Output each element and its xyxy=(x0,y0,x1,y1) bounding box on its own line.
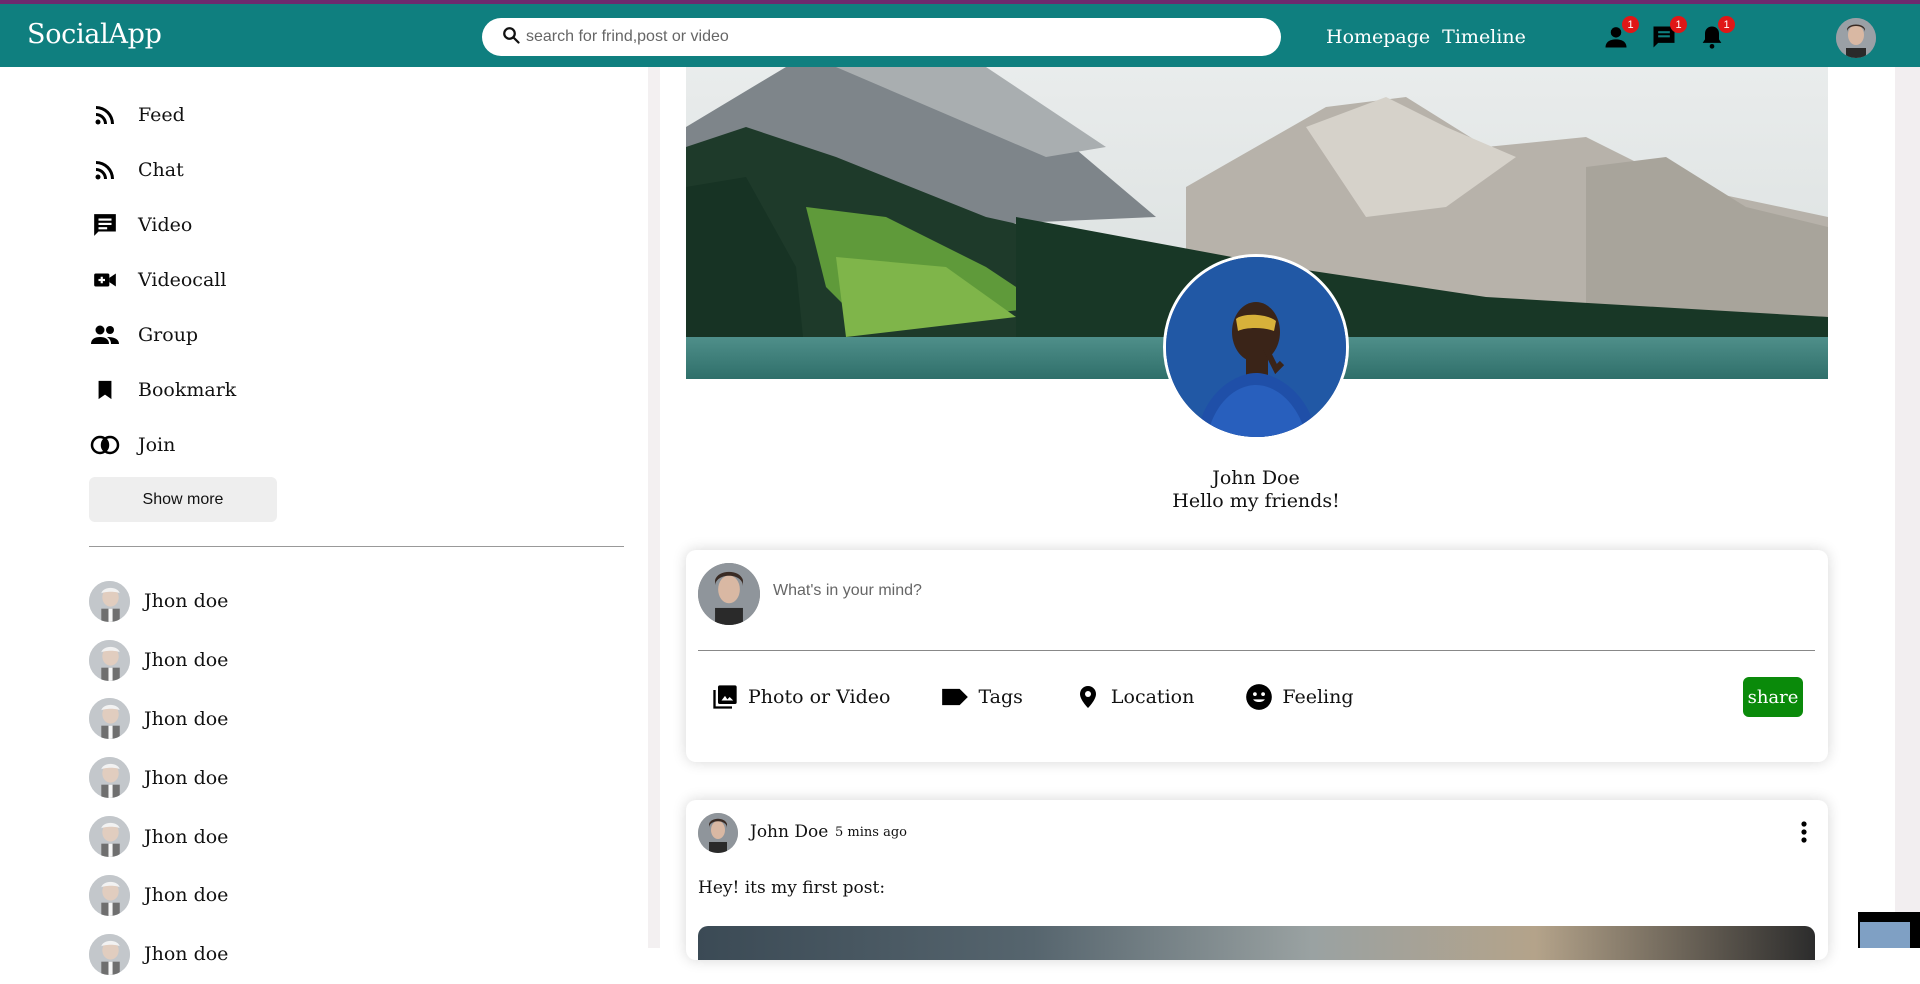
sidebar-item-chat[interactable]: Chat xyxy=(90,142,236,197)
main-scrollbar[interactable] xyxy=(1895,67,1920,948)
friend-item[interactable]: Jhon doe xyxy=(89,572,228,631)
tags-option[interactable]: Tags xyxy=(940,682,1023,712)
more-options-icon[interactable] xyxy=(1792,818,1816,846)
show-more-button[interactable]: Show more xyxy=(89,477,277,522)
friend-requests-icon[interactable]: 1 xyxy=(1602,16,1639,51)
notifications-icon[interactable]: 1 xyxy=(1698,16,1735,51)
video-call-icon xyxy=(90,265,120,295)
sidebar-item-feed[interactable]: Feed xyxy=(90,87,236,142)
sidebar-item-label: Videocall xyxy=(138,268,227,291)
photo-video-option[interactable]: Photo or Video xyxy=(710,682,890,712)
post-input[interactable] xyxy=(773,582,1573,600)
friend-name: Jhon doe xyxy=(144,649,229,672)
bookmark-icon xyxy=(90,375,120,405)
photo-library-icon xyxy=(710,682,740,712)
notifications-badge: 1 xyxy=(1718,16,1735,33)
location-option[interactable]: Location xyxy=(1073,682,1194,712)
search-bar[interactable] xyxy=(482,18,1281,56)
sidebar-item-group[interactable]: Group xyxy=(90,307,236,362)
location-pin-icon xyxy=(1073,682,1103,712)
sidebar-divider xyxy=(89,546,624,547)
friend-avatar xyxy=(89,698,130,740)
friend-avatar xyxy=(89,580,130,622)
friend-requests-badge: 1 xyxy=(1622,16,1639,33)
search-input[interactable] xyxy=(526,28,1226,46)
homepage-link[interactable]: Homepage xyxy=(1326,26,1430,48)
tag-icon xyxy=(940,682,970,712)
timeline-link[interactable]: Timeline xyxy=(1442,26,1526,48)
top-links: Homepage Timeline xyxy=(1326,26,1526,48)
sidebar-item-video[interactable]: Video xyxy=(90,197,236,252)
post-author-name[interactable]: John Doe xyxy=(750,822,828,842)
sidebar-item-label: Join xyxy=(138,433,176,456)
rss-icon xyxy=(90,155,120,185)
join-icon xyxy=(90,430,120,460)
sidebar-item-bookmark[interactable]: Bookmark xyxy=(90,362,236,417)
friend-avatar xyxy=(89,757,130,799)
friend-item[interactable]: Jhon doe xyxy=(89,807,228,866)
sidebar-menu: Feed Chat Video Videocall Group Bookmark… xyxy=(90,87,236,472)
top-navbar: SocialApp Homepage Timeline 1 1 1 xyxy=(0,0,1920,67)
emoji-icon xyxy=(1244,682,1274,712)
friend-item[interactable]: Jhon doe xyxy=(89,866,228,925)
sidebar-item-label: Chat xyxy=(138,158,184,181)
post-author-avatar[interactable] xyxy=(698,813,738,853)
post-card: John Doe 5 mins ago Hey! its my first po… xyxy=(686,800,1828,960)
sidebar-item-label: Group xyxy=(138,323,199,346)
messages-icon[interactable]: 1 xyxy=(1650,16,1687,51)
friend-item[interactable]: Jhon doe xyxy=(89,631,228,690)
friend-name: Jhon doe xyxy=(144,707,229,730)
user-avatar[interactable] xyxy=(1836,18,1876,58)
sidebar-item-join[interactable]: Join xyxy=(90,417,236,472)
option-label: Photo or Video xyxy=(748,686,891,708)
option-label: Feeling xyxy=(1282,686,1354,708)
friend-item[interactable]: Jhon doe xyxy=(89,925,228,984)
share-divider xyxy=(698,650,1815,651)
profile-avatar[interactable] xyxy=(1163,254,1349,440)
post-timestamp: 5 mins ago xyxy=(835,825,907,840)
post-image[interactable] xyxy=(698,926,1815,960)
left-sidebar: Feed Chat Video Videocall Group Bookmark… xyxy=(0,67,650,975)
sidebar-item-label: Video xyxy=(138,213,193,236)
post-text: Hey! its my first post: xyxy=(698,878,886,898)
group-icon xyxy=(90,320,120,350)
profile-status: Hello my friends! xyxy=(1172,490,1340,512)
rss-icon xyxy=(90,100,120,130)
friend-avatar xyxy=(89,933,130,975)
option-label: Tags xyxy=(978,686,1023,708)
friend-avatar xyxy=(89,639,130,681)
feeling-option[interactable]: Feeling xyxy=(1244,682,1354,712)
friend-list: Jhon doe Jhon doe Jhon doe Jhon doe Jhon… xyxy=(89,572,228,984)
sidebar-item-label: Bookmark xyxy=(138,378,237,401)
sidebar-item-videocall[interactable]: Videocall xyxy=(90,252,236,307)
share-card: Photo or Video Tags Location Feeling sha… xyxy=(686,550,1828,762)
sidebar-item-label: Feed xyxy=(138,103,185,126)
friend-item[interactable]: Jhon doe xyxy=(89,690,228,749)
friend-name: Jhon doe xyxy=(144,884,229,907)
friend-name: Jhon doe xyxy=(144,943,229,966)
option-label: Location xyxy=(1110,686,1195,708)
friend-item[interactable]: Jhon doe xyxy=(89,748,228,807)
share-button[interactable]: share xyxy=(1743,677,1803,717)
share-avatar xyxy=(698,563,760,625)
app-logo[interactable]: SocialApp xyxy=(27,19,162,50)
friend-avatar xyxy=(89,874,130,916)
share-options: Photo or Video Tags Location Feeling xyxy=(710,682,1404,712)
friend-name: Jhon doe xyxy=(144,825,229,848)
chat-bubble-icon xyxy=(90,210,120,240)
corner-thumbnail xyxy=(1858,912,1920,948)
profile-name: John Doe xyxy=(1212,467,1300,489)
sidebar-scrollbar[interactable] xyxy=(648,67,660,948)
friend-name: Jhon doe xyxy=(144,590,229,613)
friend-name: Jhon doe xyxy=(144,766,229,789)
friend-avatar xyxy=(89,816,130,858)
messages-badge: 1 xyxy=(1670,16,1687,33)
search-icon xyxy=(502,26,520,48)
profile-info: John Doe Hello my friends! xyxy=(1000,467,1512,513)
